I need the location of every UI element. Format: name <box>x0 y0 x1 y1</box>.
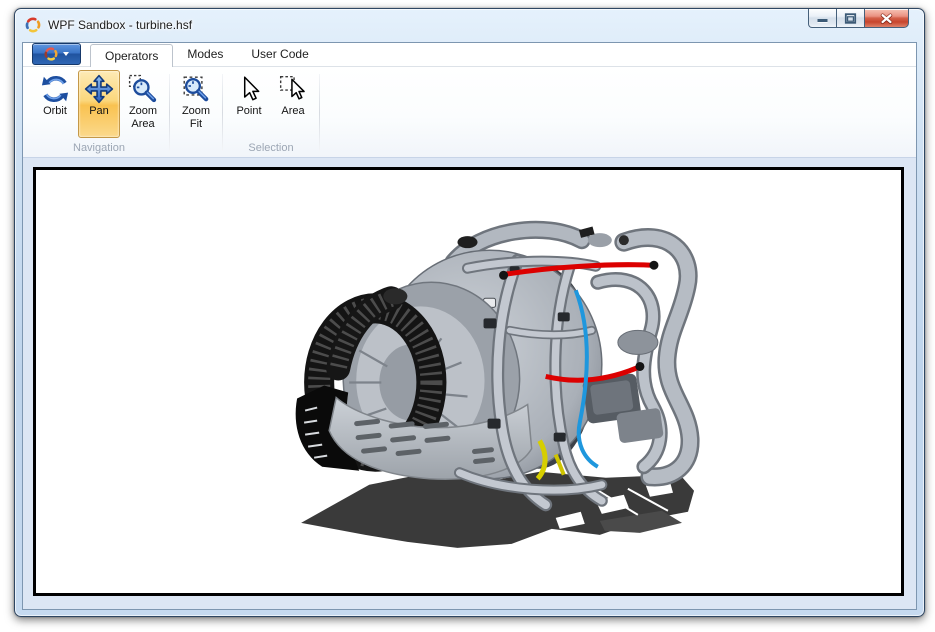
button-label: Zoom Fit <box>175 105 217 131</box>
ribbon-tab-row: Operators Modes User Code <box>23 43 916 67</box>
pan-button[interactable]: Pan <box>78 70 120 138</box>
orbit-icon <box>40 74 70 104</box>
minimize-button[interactable] <box>808 9 837 28</box>
minimize-icon <box>816 12 829 25</box>
app-logo-icon <box>25 17 41 33</box>
group-separator <box>319 74 320 151</box>
window-title: WPF Sandbox - turbine.hsf <box>48 18 192 32</box>
zoom-fit-icon <box>181 74 211 104</box>
viewport-3d[interactable] <box>33 167 904 596</box>
pan-icon <box>84 74 114 104</box>
window-client: Operators Modes User Code <box>22 42 917 610</box>
close-icon <box>880 12 893 25</box>
ribbon-band: Orbit Pan <box>23 67 916 158</box>
zoom-area-button[interactable]: Zoom Area <box>122 70 164 138</box>
tab-operators[interactable]: Operators <box>90 44 173 67</box>
button-label: Pan <box>78 105 120 118</box>
button-label: Area <box>272 105 314 118</box>
client-area <box>23 158 916 609</box>
close-button[interactable] <box>864 9 909 28</box>
zoom-fit-button[interactable]: Zoom Fit <box>175 70 217 138</box>
ribbon-group-selection: Point Area Selection <box>226 70 316 157</box>
caption-buttons <box>809 9 909 28</box>
orbit-button[interactable]: Orbit <box>34 70 76 138</box>
turbine-engine <box>296 226 690 504</box>
maximize-icon <box>844 12 857 25</box>
chevron-down-icon <box>63 52 69 56</box>
area-select-button[interactable]: Area <box>272 70 314 138</box>
group-label-empty <box>175 141 217 157</box>
button-label: Orbit <box>34 105 76 118</box>
group-separator <box>222 74 223 151</box>
titlebar[interactable]: WPF Sandbox - turbine.hsf <box>15 9 924 40</box>
ribbon-group-zoom-fit: Zoom Fit <box>173 70 219 157</box>
application-menu-button[interactable] <box>32 43 81 65</box>
tab-user-code[interactable]: User Code <box>237 43 322 66</box>
ribbon: Operators Modes User Code <box>23 43 916 158</box>
group-label-selection: Selection <box>228 141 314 157</box>
maximize-button[interactable] <box>836 9 865 28</box>
app-window: WPF Sandbox - turbine.hsf <box>14 8 925 617</box>
turbine-model <box>36 170 901 593</box>
button-label: Point <box>228 105 270 118</box>
app-logo-icon <box>44 47 58 61</box>
ribbon-group-navigation: Orbit Pan <box>32 70 166 157</box>
group-separator <box>169 74 170 151</box>
tab-modes[interactable]: Modes <box>173 43 237 66</box>
point-cursor-icon <box>234 74 264 104</box>
area-cursor-icon <box>278 74 308 104</box>
point-select-button[interactable]: Point <box>228 70 270 138</box>
button-label: Zoom Area <box>122 105 164 131</box>
group-label-navigation: Navigation <box>34 141 164 157</box>
zoom-area-icon <box>128 74 158 104</box>
